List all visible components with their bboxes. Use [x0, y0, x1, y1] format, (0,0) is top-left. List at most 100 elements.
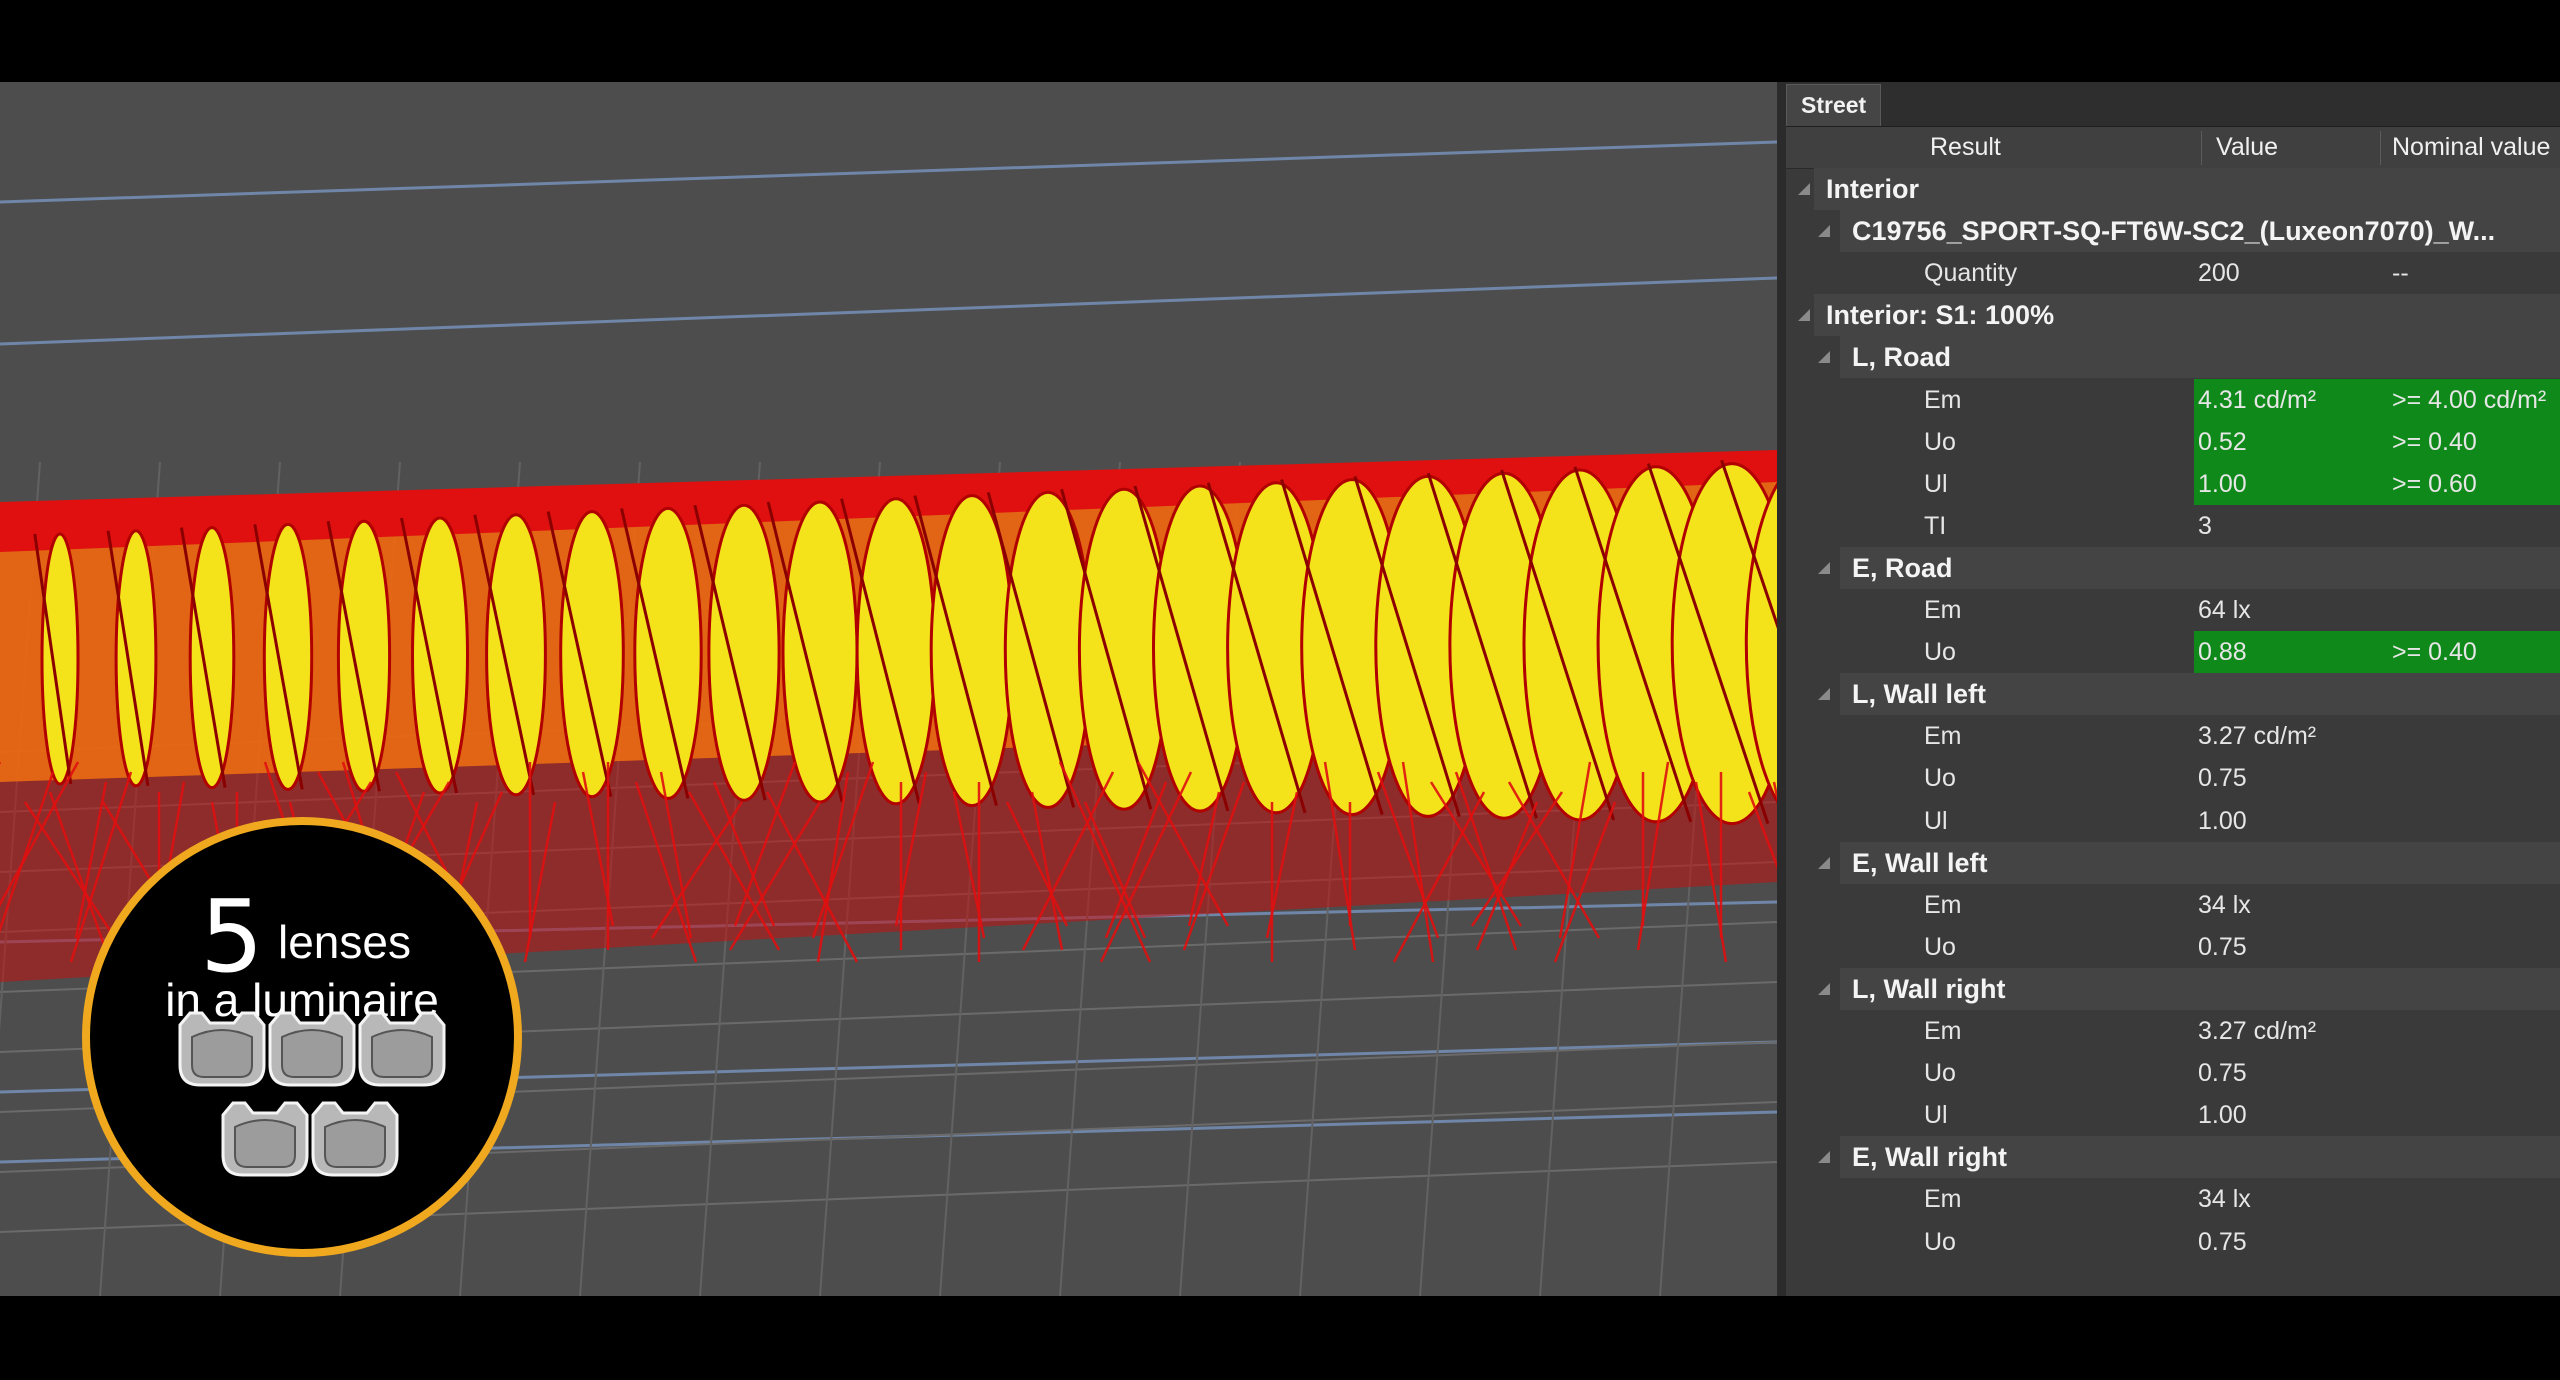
tree-group-row[interactable]: C19756_SPORT-SQ-FT6W-SC2_(Luxeon7070)_W.…: [1818, 210, 2560, 252]
light-lobe: [633, 506, 703, 800]
collapse-triangle-icon[interactable]: [1818, 857, 1830, 869]
tree-result-row[interactable]: Ul 1.00: [1786, 1094, 2560, 1136]
light-lobe: [336, 519, 392, 793]
lens-icon: [268, 1011, 356, 1087]
row-nominal-value: [2382, 1221, 2560, 1263]
tree-group-row[interactable]: Interior: [1798, 168, 2560, 210]
light-lobe: [188, 526, 236, 790]
tree-result-row[interactable]: Uo 0.75: [1786, 926, 2560, 968]
row-label: Uo: [1924, 1228, 1956, 1256]
tree-group-row[interactable]: L, Road: [1818, 336, 2560, 378]
column-header: Result Value Nominal value: [1786, 127, 2560, 169]
column-divider[interactable]: [2380, 131, 2381, 165]
tree-result-row[interactable]: Ul 1.00 >= 0.60: [1786, 463, 2560, 505]
light-lobe: [40, 532, 80, 786]
light-lobe: [559, 510, 625, 799]
collapse-triangle-icon[interactable]: [1798, 183, 1810, 195]
row-value: 1.00: [2198, 1101, 2247, 1129]
tree-group-row[interactable]: L, Wall left: [1818, 673, 2560, 715]
tree-result-row[interactable]: Uo 0.52 >= 0.40: [1786, 421, 2560, 463]
row-label: Uo: [1924, 764, 1956, 792]
tree-group-row[interactable]: E, Road: [1818, 547, 2560, 589]
light-lobe: [262, 522, 314, 791]
row-value: 0.75: [2198, 1228, 2247, 1256]
row-value: 3.27 cd/m²: [2198, 722, 2317, 750]
tree-group-row[interactable]: E, Wall left: [1818, 842, 2560, 884]
row-label: TI: [1924, 512, 1947, 540]
row-value: 1.00: [2194, 463, 2383, 505]
tree-result-row[interactable]: Em 34 lx: [1786, 884, 2560, 926]
row-value: 200: [2198, 259, 2240, 287]
row-label: Uo: [1924, 638, 1956, 666]
row-label: Ul: [1924, 470, 1948, 498]
row-label: Interior: [1826, 174, 1920, 204]
collapse-triangle-icon[interactable]: [1818, 983, 1830, 995]
lens-icon: [358, 1011, 446, 1087]
tree-result-row[interactable]: Em 64 lx: [1786, 589, 2560, 631]
collapse-triangle-icon[interactable]: [1818, 1151, 1830, 1163]
row-nominal-value: [2382, 800, 2560, 842]
collapse-triangle-icon[interactable]: [1818, 225, 1830, 237]
column-result[interactable]: Result: [1930, 127, 2001, 168]
row-value: 64 lx: [2198, 596, 2251, 624]
row-label: Em: [1924, 386, 1962, 414]
column-divider[interactable]: [2201, 131, 2202, 165]
tab-bar: Street: [1786, 82, 2560, 127]
collapse-triangle-icon[interactable]: [1798, 309, 1810, 321]
column-nominal-value[interactable]: Nominal value: [2392, 127, 2550, 168]
light-lobe: [855, 497, 937, 806]
row-label: Em: [1924, 596, 1962, 624]
row-label: E, Road: [1852, 553, 1953, 583]
panel-splitter[interactable]: [1777, 82, 1786, 1296]
tab-street[interactable]: Street: [1786, 84, 1882, 126]
row-nominal-value: >= 0.40: [2382, 421, 2560, 463]
row-label: Em: [1924, 891, 1962, 919]
row-label: Ul: [1924, 807, 1948, 835]
row-value: 0.52: [2194, 421, 2383, 463]
tree-group-row[interactable]: L, Wall right: [1818, 968, 2560, 1010]
row-label: E, Wall left: [1852, 848, 1988, 878]
row-label: L, Wall right: [1852, 974, 2006, 1004]
collapse-triangle-icon[interactable]: [1818, 688, 1830, 700]
row-value: 0.75: [2198, 933, 2247, 961]
tree-result-row[interactable]: Em 3.27 cd/m²: [1786, 1010, 2560, 1052]
row-label: Uo: [1924, 428, 1956, 456]
row-value: 34 lx: [2198, 1185, 2251, 1213]
row-label: Em: [1924, 1017, 1962, 1045]
row-nominal-value: [2382, 589, 2560, 631]
row-nominal-value: [2382, 1010, 2560, 1052]
row-label: Em: [1924, 1185, 1962, 1213]
lens-icon: [178, 1011, 266, 1087]
lens-icon: [221, 1101, 309, 1177]
tree-result-row[interactable]: Em 34 lx: [1786, 1178, 2560, 1220]
row-value: 3: [2198, 512, 2212, 540]
tree-group-row[interactable]: E, Wall right: [1818, 1136, 2560, 1178]
tree-result-row[interactable]: Ul 1.00: [1786, 800, 2560, 842]
row-label: Uo: [1924, 933, 1956, 961]
row-label: Em: [1924, 722, 1962, 750]
row-value: 0.75: [2198, 1059, 2247, 1087]
tree-result-row[interactable]: Em 3.27 cd/m²: [1786, 715, 2560, 757]
tree-group-row[interactable]: Interior: S1: 100%: [1798, 294, 2560, 336]
tree-result-row[interactable]: Uo 0.88 >= 0.40: [1786, 631, 2560, 673]
tree-result-row[interactable]: TI 3: [1786, 505, 2560, 547]
light-lobe: [781, 500, 859, 804]
row-value: 0.75: [2198, 764, 2247, 792]
tree-result-row[interactable]: Uo 0.75: [1786, 1221, 2560, 1263]
column-value[interactable]: Value: [2216, 127, 2278, 168]
row-value: 34 lx: [2198, 891, 2251, 919]
collapse-triangle-icon[interactable]: [1818, 562, 1830, 574]
tree-result-row[interactable]: Quantity 200 --: [1786, 252, 2560, 294]
row-label: L, Wall left: [1852, 679, 1986, 709]
tree-result-row[interactable]: Uo 0.75: [1786, 1052, 2560, 1094]
row-nominal-value: >= 0.40: [2382, 631, 2560, 673]
row-label: Quantity: [1924, 259, 2018, 287]
tree-result-row[interactable]: Uo 0.75: [1786, 757, 2560, 799]
row-value: 0.88: [2194, 631, 2383, 673]
tree-result-row[interactable]: Em 4.31 cd/m² >= 4.00 cd/m²: [1786, 379, 2560, 421]
row-label: E, Wall right: [1852, 1142, 2007, 1172]
row-nominal-value: [2382, 1052, 2560, 1094]
collapse-triangle-icon[interactable]: [1818, 351, 1830, 363]
row-nominal-value: [2382, 926, 2560, 968]
row-nominal-value: >= 4.00 cd/m²: [2382, 379, 2560, 421]
